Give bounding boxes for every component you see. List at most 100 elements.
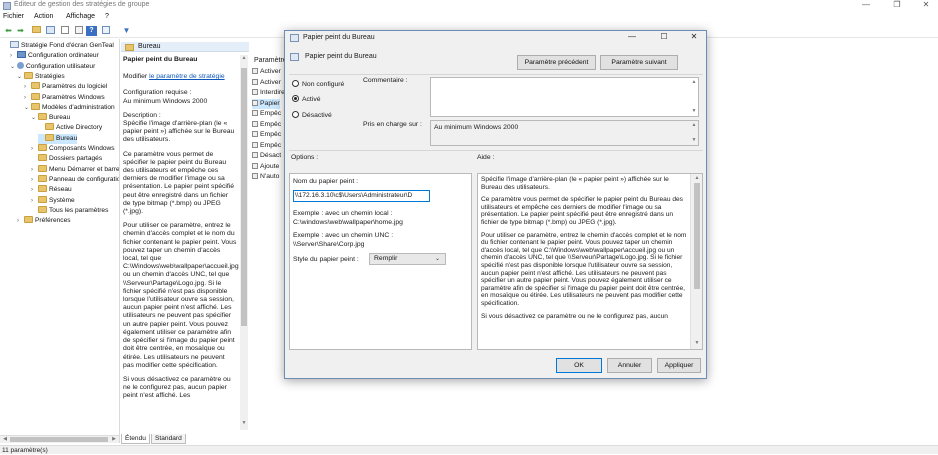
- chevron-right-icon[interactable]: ›: [31, 175, 38, 185]
- chevron-down-icon[interactable]: ⌄: [24, 103, 31, 113]
- scroll-down-icon[interactable]: ▼: [240, 420, 248, 426]
- menu-affichage[interactable]: Affichage: [66, 13, 95, 20]
- tree-item[interactable]: › Panneau de configuration: [31, 174, 119, 185]
- dialog-maximize-button[interactable]: ☐: [656, 32, 672, 43]
- apply-button[interactable]: Appliquer: [657, 358, 701, 373]
- tree-item[interactable]: ⌄ Bureau: [31, 113, 70, 123]
- tree-item[interactable]: ⌄ Modèles d'administration: [24, 102, 115, 113]
- scroll-thumb[interactable]: [241, 68, 247, 326]
- radio-enabled[interactable]: Activé: [292, 95, 321, 104]
- scroll-down-icon[interactable]: ▼: [693, 340, 701, 346]
- dialog-minimize-button[interactable]: —: [624, 32, 640, 43]
- setting-row[interactable]: Papier: [252, 98, 280, 109]
- chevron-right-icon[interactable]: ›: [31, 144, 38, 154]
- comment-textarea[interactable]: ▲ ▼: [430, 77, 699, 117]
- tree-item[interactable]: Bureau: [38, 133, 78, 144]
- tree-item[interactable]: Active Directory: [38, 123, 102, 133]
- menu-help[interactable]: ?: [105, 13, 109, 20]
- tree-item[interactable]: Tous les paramètres: [31, 205, 108, 216]
- setting-row[interactable]: Empêc: [252, 120, 281, 130]
- scroll-right-icon[interactable]: ▶: [110, 436, 118, 442]
- filter-icon[interactable]: ▼: [121, 26, 132, 36]
- setting-row[interactable]: Activer: [252, 67, 281, 77]
- help-icon[interactable]: ?: [86, 26, 97, 36]
- minimize-button[interactable]: —: [856, 0, 876, 11]
- scroll-thumb[interactable]: [10, 437, 108, 442]
- setting-icon: [252, 78, 258, 85]
- tree-item[interactable]: › Menu Démarrer et barre des tâches: [31, 164, 119, 175]
- next-setting-button[interactable]: Paramètre suivant: [600, 55, 678, 70]
- radio-button[interactable]: [292, 111, 299, 118]
- radio-button[interactable]: [292, 95, 299, 102]
- export-list-icon[interactable]: [59, 26, 70, 36]
- pane-splitter[interactable]: [119, 39, 120, 443]
- properties-icon[interactable]: [73, 26, 84, 36]
- tree-item[interactable]: › Paramètres du logiciel: [24, 82, 107, 92]
- chevron-right-icon[interactable]: ›: [17, 216, 24, 226]
- setting-row[interactable]: Empêc: [252, 130, 281, 140]
- menu-bar: [0, 12, 938, 23]
- setting-row[interactable]: Empêc: [252, 141, 281, 151]
- up-folder-icon[interactable]: [31, 26, 42, 36]
- tree-item[interactable]: › Composants Windows: [31, 144, 115, 154]
- ok-button[interactable]: OK: [556, 358, 602, 373]
- settings-list: Activer Activer Interdire Papier Empêc Empêc E…: [250, 55, 288, 185]
- setting-row[interactable]: Ajoute: [252, 162, 279, 172]
- dialog-close-button[interactable]: ✕: [686, 32, 702, 43]
- scroll-up-icon[interactable]: ▲: [690, 79, 698, 85]
- tree-item[interactable]: › Réseau: [31, 185, 72, 195]
- setting-row[interactable]: Désact: [252, 151, 281, 161]
- tree-horizontal-scrollbar[interactable]: ◀ ▶: [0, 435, 119, 443]
- tree-item[interactable]: › Paramètres Windows: [24, 92, 105, 103]
- setting-row[interactable]: N'auto: [252, 172, 279, 182]
- tree-item[interactable]: › Configuration ordinateur: [10, 51, 99, 61]
- tree-item[interactable]: ⌄ Stratégies: [17, 71, 65, 82]
- setting-row[interactable]: Activer: [252, 78, 281, 88]
- forward-arrow-icon[interactable]: ➡: [15, 26, 26, 36]
- tree-item[interactable]: Stratégie Fond d'écran GenTeal: [3, 41, 114, 51]
- back-arrow-icon[interactable]: ⬅: [3, 26, 14, 36]
- chevron-right-icon[interactable]: ›: [10, 51, 17, 61]
- tree-item[interactable]: Dossiers partagés: [31, 154, 102, 164]
- scroll-up-icon[interactable]: ▲: [690, 122, 698, 128]
- scroll-up-icon[interactable]: ▲: [693, 175, 701, 181]
- chevron-down-icon[interactable]: ⌄: [17, 72, 24, 82]
- scroll-down-icon[interactable]: ▼: [690, 108, 698, 114]
- wallpaper-path-input[interactable]: \\172.16.3.10\c$\Users\Administrateur\D: [293, 190, 430, 202]
- chevron-right-icon[interactable]: ›: [24, 93, 31, 103]
- tab-extended[interactable]: Étendu: [121, 434, 150, 444]
- close-button[interactable]: ✕: [916, 0, 936, 11]
- scroll-up-icon[interactable]: ▲: [240, 55, 248, 61]
- menu-action[interactable]: Action: [34, 13, 53, 20]
- chevron-down-icon[interactable]: ⌄: [435, 255, 440, 262]
- chevron-right-icon[interactable]: ›: [31, 196, 38, 206]
- view-icon[interactable]: [100, 26, 111, 36]
- setting-row[interactable]: Interdire: [252, 88, 285, 98]
- tab-standard[interactable]: Standard: [151, 434, 186, 444]
- chevron-right-icon[interactable]: ›: [24, 82, 31, 92]
- scroll-down-icon[interactable]: ▼: [690, 137, 698, 143]
- radio-not-configured[interactable]: Non configuré: [292, 80, 344, 89]
- setting-icon: [252, 99, 258, 106]
- previous-setting-button[interactable]: Paramètre précédent: [517, 55, 596, 70]
- tree-item[interactable]: › Préférences: [17, 216, 71, 226]
- radio-button[interactable]: [292, 80, 299, 87]
- setting-row[interactable]: Empêc: [252, 109, 281, 119]
- tree-item[interactable]: ⌄ Configuration utilisateur: [10, 61, 95, 72]
- chevron-right-icon[interactable]: ›: [31, 185, 38, 195]
- chevron-right-icon[interactable]: ›: [31, 165, 38, 175]
- edit-policy-link[interactable]: le paramètre de stratégie: [149, 73, 225, 80]
- menu-fichier[interactable]: Fichier: [3, 13, 24, 20]
- cancel-button[interactable]: Annuler: [607, 358, 652, 373]
- setting-icon: [252, 68, 258, 74]
- wallpaper-style-dropdown[interactable]: Remplir ⌄: [369, 253, 446, 265]
- help-scrollbar[interactable]: ▲ ▼: [690, 174, 702, 349]
- scroll-left-icon[interactable]: ◀: [1, 436, 9, 442]
- chevron-down-icon[interactable]: ⌄: [31, 113, 38, 123]
- maximize-button[interactable]: ❐: [887, 0, 907, 11]
- radio-disabled[interactable]: Désactivé: [292, 111, 332, 120]
- show-hide-tree-icon[interactable]: [45, 26, 56, 36]
- chevron-down-icon[interactable]: ⌄: [10, 62, 17, 72]
- tree-item[interactable]: › Système: [31, 195, 75, 206]
- scroll-thumb[interactable]: [694, 183, 700, 289]
